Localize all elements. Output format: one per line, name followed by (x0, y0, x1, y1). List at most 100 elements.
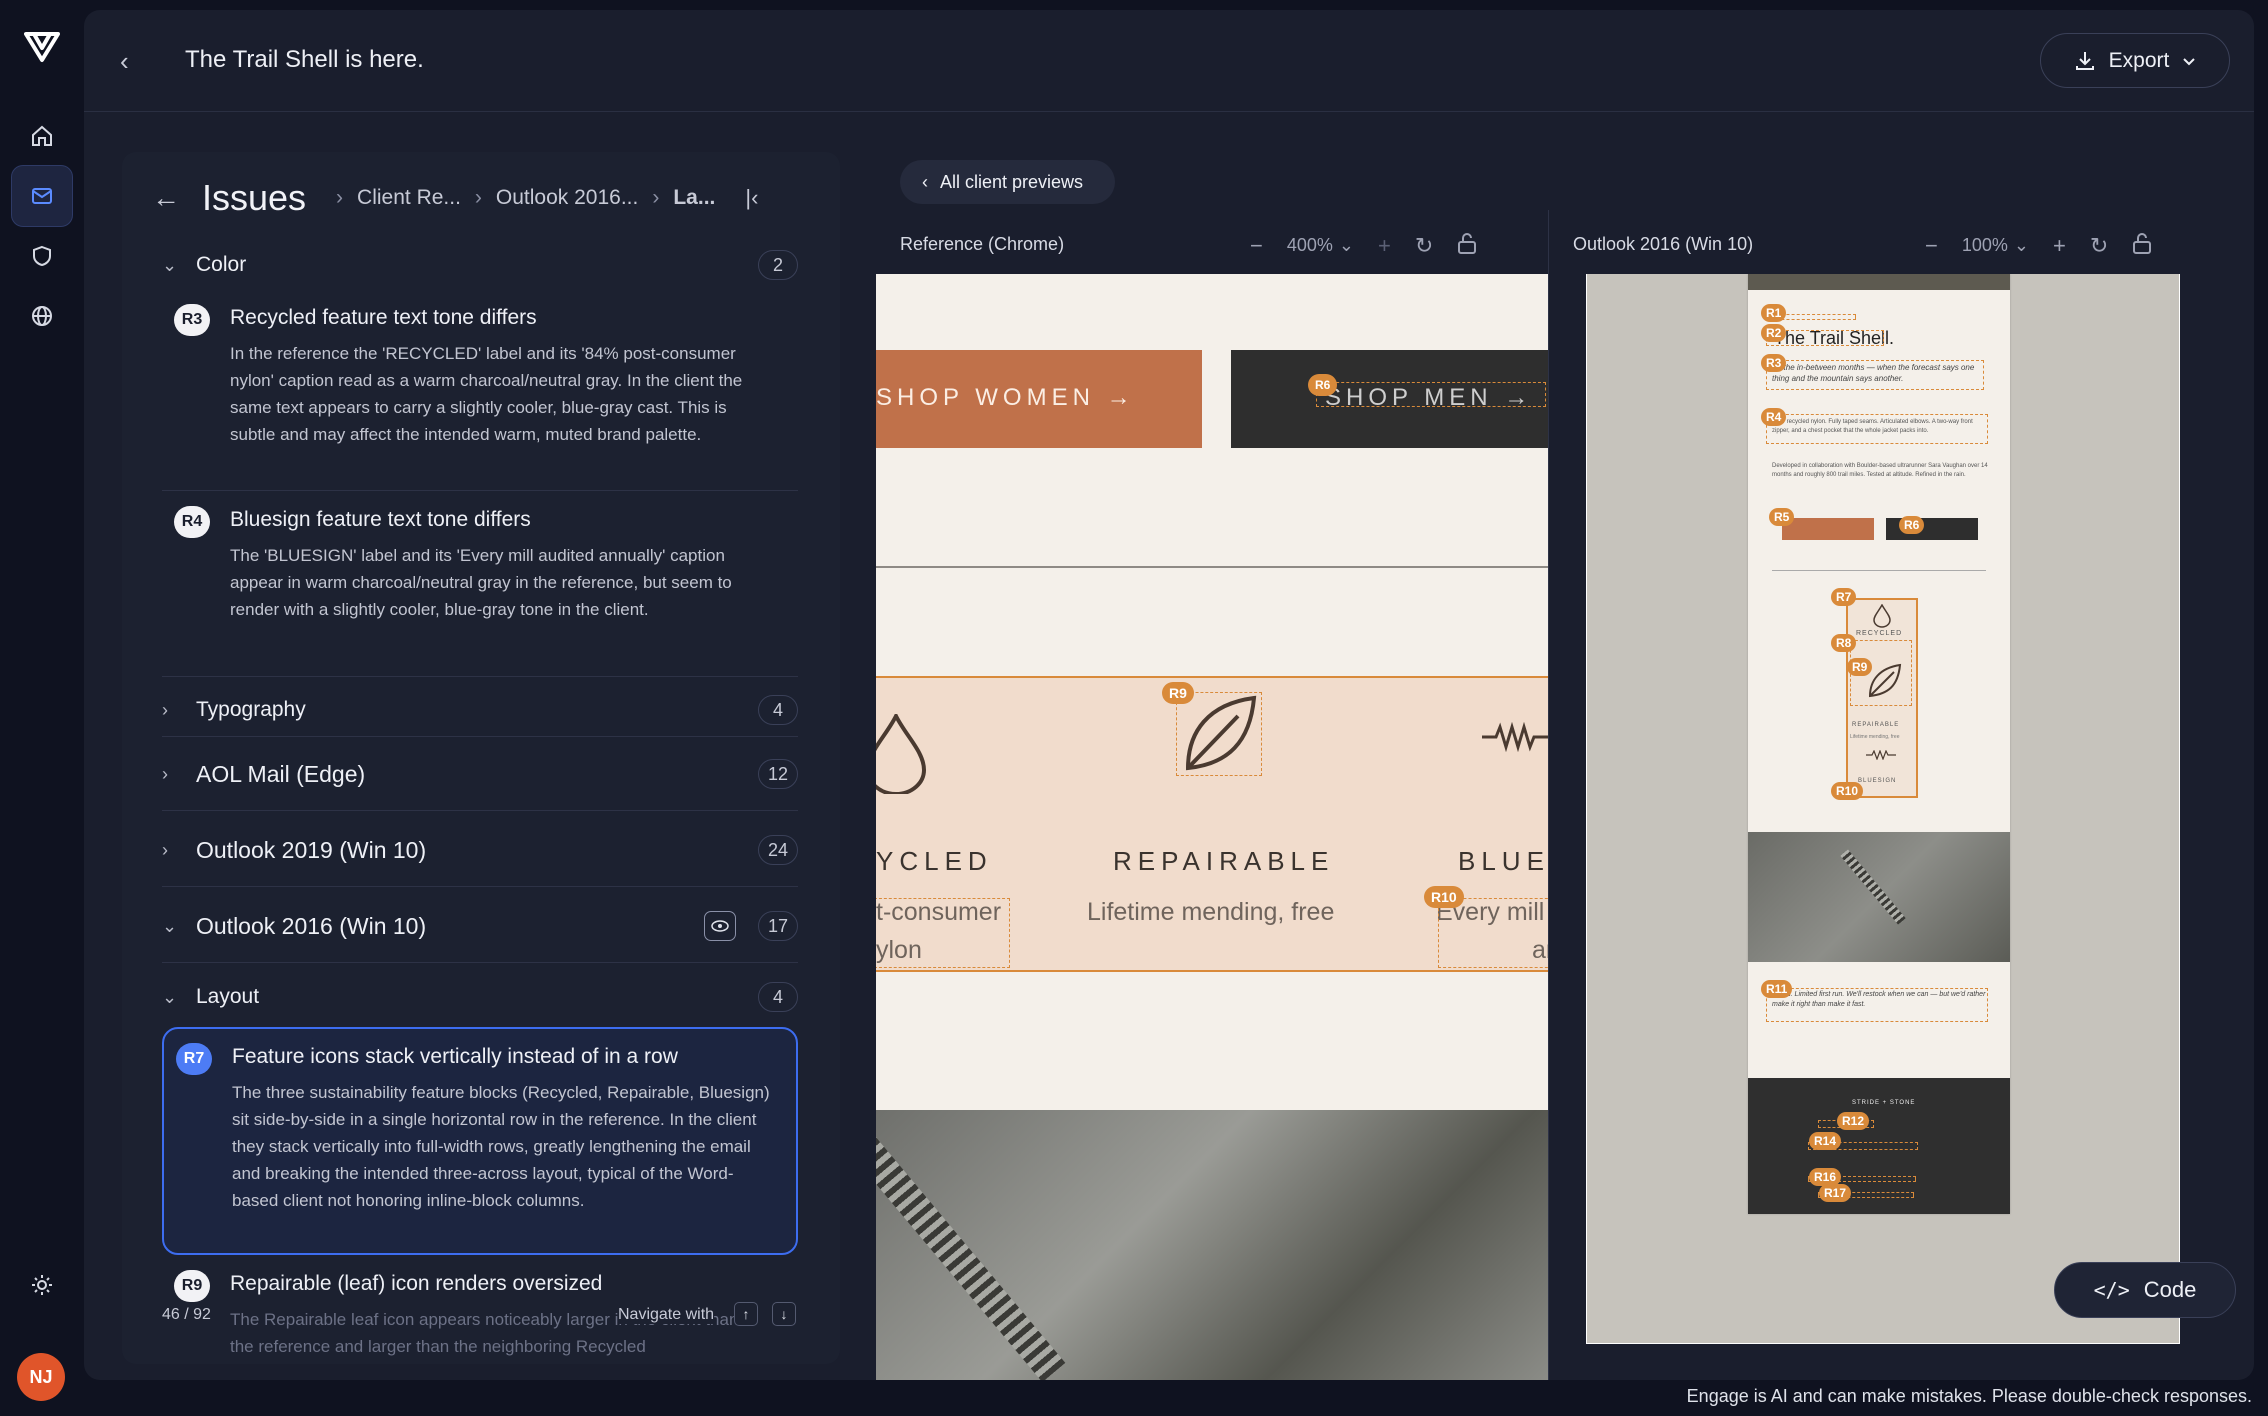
section-layout[interactable]: ⌄ Layout 4 (162, 977, 798, 1017)
zoom-in-icon[interactable]: + (2053, 233, 2066, 259)
reset-icon[interactable]: ↻ (2090, 233, 2108, 259)
chevron-down-icon: ⌄ (1338, 235, 1354, 255)
marker-r6[interactable]: R6 (1899, 516, 1925, 534)
breadcrumb: ← Issues › Client Re... › Outlook 2016..… (122, 168, 840, 228)
breadcrumb-item[interactable]: Outlook 2016... (496, 186, 638, 210)
export-label: Export (2108, 48, 2170, 72)
issue-description: The three sustainability feature blocks … (232, 1083, 770, 1210)
client-preview-label: Outlook 2016 (Win 10) (1573, 234, 1754, 254)
divider (162, 886, 798, 887)
marker-r10[interactable]: R10 (1831, 782, 1864, 800)
marker-r9[interactable]: R9 (1162, 682, 1194, 704)
marker-r7[interactable]: R7 (1831, 588, 1857, 606)
client-shop-women[interactable] (1782, 518, 1874, 540)
globe-nav[interactable] (11, 285, 73, 347)
client-outlook-2019[interactable]: › Outlook 2019 (Win 10) 24 (162, 828, 798, 872)
user-avatar[interactable]: NJ (17, 1353, 65, 1401)
marker-r5[interactable]: R5 (1769, 508, 1795, 526)
issue-badge: R4 (174, 506, 210, 538)
home-icon (32, 125, 52, 146)
zoom-out-icon[interactable]: − (1250, 233, 1263, 259)
zipper-detail (876, 1117, 1066, 1380)
marker-r4[interactable]: R4 (1761, 408, 1787, 426)
client-outlook-2016[interactable]: ⌄ Outlook 2016 (Win 10) 17 (162, 904, 798, 948)
issue-item[interactable]: R3 Recycled feature text tone differs In… (174, 304, 790, 484)
section-count: 4 (758, 695, 798, 725)
chevron-down-icon: ⌄ (162, 915, 178, 936)
chevron-down-icon: ⌄ (2013, 235, 2029, 255)
marker-r3[interactable]: R3 (1761, 354, 1787, 372)
breadcrumb-item[interactable]: Client Re... (357, 186, 461, 210)
reference-controls: − 400% ⌄ + ↻ (1250, 232, 1477, 259)
marker-r1[interactable]: R1 (1761, 304, 1787, 322)
zoom-out-icon[interactable]: − (1925, 233, 1938, 259)
issue-title: Bluesign feature text tone differs (230, 508, 531, 531)
zoom-in-icon[interactable]: + (1378, 233, 1391, 259)
divider (162, 676, 798, 677)
issue-navigation: 46 / 92 Navigate with ↑ ↓ (162, 1302, 802, 1332)
sun-icon (32, 1275, 52, 1295)
preview-divider (1548, 210, 1549, 1380)
shop-women-button[interactable]: SHOP WOMEN → (876, 350, 1202, 448)
zoom-level[interactable]: 100% (1962, 235, 2008, 256)
marker-r17[interactable]: R17 (1819, 1184, 1852, 1202)
marker-r14[interactable]: R14 (1809, 1132, 1842, 1150)
divider-line (1772, 570, 1986, 571)
issue-badge: R9 (174, 1270, 210, 1302)
client-count: 17 (758, 911, 798, 941)
mail-icon (32, 188, 52, 204)
marker-r6[interactable]: R6 (1308, 374, 1338, 396)
section-count: 2 (758, 250, 798, 280)
zoom-level[interactable]: 400% (1287, 235, 1333, 256)
section-typography[interactable]: › Typography 4 (162, 690, 798, 730)
section-color[interactable]: ⌄ Color 2 (162, 250, 798, 280)
back-chevron-icon[interactable]: ‹ (120, 46, 129, 77)
selected-issue-card[interactable]: R7 Feature icons stack vertically instea… (162, 1027, 798, 1255)
all-client-previews-button[interactable]: ‹ All client previews (900, 160, 1115, 204)
issue-item[interactable]: R4 Bluesign feature text tone differs Th… (174, 506, 790, 656)
theme-toggle[interactable] (11, 1254, 73, 1316)
breadcrumb-separator-icon: › (474, 186, 482, 209)
marker-r10[interactable]: R10 (1424, 886, 1464, 908)
marker-r2[interactable]: R2 (1761, 324, 1787, 342)
app-logo[interactable] (24, 28, 60, 64)
section-label: Typography (196, 698, 306, 721)
hero-image (1748, 274, 2010, 290)
reset-icon[interactable]: ↻ (1415, 233, 1433, 259)
client-feature-label: REPAIRABLE (1852, 722, 1900, 728)
marker-r9[interactable]: R9 (1847, 658, 1873, 676)
lock-open-icon[interactable] (2132, 232, 2152, 259)
client-label: Outlook 2016 (Win 10) (196, 912, 427, 939)
top-bar: ‹ The Trail Shell is here. Export (84, 10, 2254, 112)
client-count: 24 (758, 835, 798, 865)
mail-nav[interactable] (11, 165, 73, 227)
arrow-down-icon[interactable]: ↓ (772, 1302, 796, 1326)
shield-nav[interactable] (11, 225, 73, 287)
marker-r12[interactable]: R12 (1837, 1112, 1870, 1130)
breadcrumb-root[interactable]: Issues (202, 177, 306, 219)
lock-open-icon[interactable] (1457, 232, 1477, 259)
client-aol[interactable]: › AOL Mail (Edge) 12 (162, 752, 798, 796)
reference-preview[interactable]: SHOP WOMEN → SHOP MEN → R6 R9 YCLED t-co… (876, 274, 1548, 1380)
drop-icon (1873, 604, 1891, 628)
issue-region (876, 898, 1010, 968)
eye-icon[interactable] (704, 911, 736, 941)
breadcrumb-item[interactable]: La... (673, 186, 715, 210)
back-arrow-icon[interactable]: ← (122, 182, 202, 214)
export-button[interactable]: Export (2040, 33, 2230, 88)
client-feature-stack: RECYCLED REPAIRABLE Lifetime mending, fr… (1846, 598, 1918, 798)
arrow-up-icon[interactable]: ↑ (734, 1302, 758, 1326)
collapse-panel-icon[interactable]: |‹ (745, 185, 758, 211)
chevron-right-icon: › (162, 699, 168, 720)
client-preview[interactable]: The Trail Shell. for the in-between mont… (1586, 274, 2180, 1344)
ai-disclaimer: Engage is AI and can make mistakes. Plea… (1686, 1386, 2252, 1406)
code-button[interactable]: </> Code (2054, 1262, 2236, 1318)
marker-r11[interactable]: R11 (1761, 980, 1793, 998)
code-label: Code (2143, 1277, 2197, 1302)
marker-r8[interactable]: R8 (1831, 634, 1857, 652)
issue-title: Feature icons stack vertically instead o… (232, 1045, 678, 1068)
home-nav[interactable] (11, 105, 73, 167)
email-canvas: The Trail Shell. for the in-between mont… (1748, 274, 2010, 1214)
feature-caption: Lifetime mending, free (1087, 898, 1335, 926)
divider (162, 490, 798, 491)
